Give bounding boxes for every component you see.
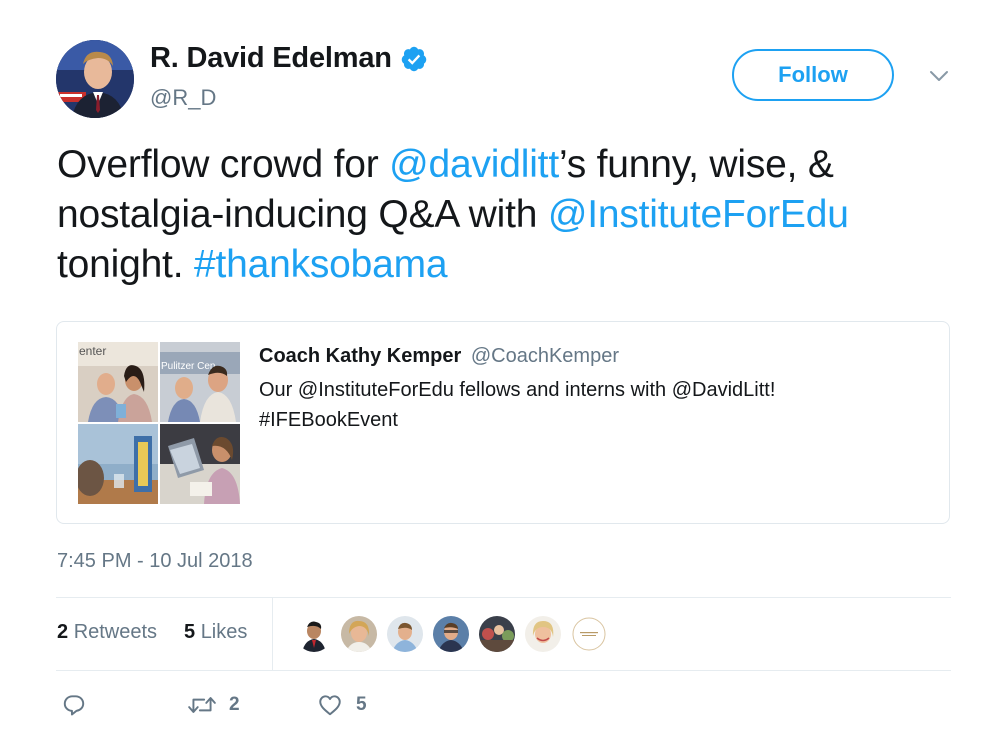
stats-top-divider bbox=[56, 597, 951, 598]
tweet-text-end: tonight. bbox=[57, 243, 194, 286]
stats-bottom-divider bbox=[56, 670, 951, 671]
chevron-down-icon[interactable] bbox=[927, 64, 951, 88]
like-button[interactable]: 5 bbox=[316, 692, 367, 718]
retweet-count: 2 bbox=[229, 694, 240, 715]
author-display-name[interactable]: R. David Edelman bbox=[150, 42, 392, 75]
author-handle[interactable]: @R_D bbox=[150, 85, 216, 111]
quoted-tweet-header: Coach Kathy Kemper @CoachKemper bbox=[259, 345, 619, 368]
liker-avatar[interactable] bbox=[339, 614, 379, 654]
quoted-photo[interactable]: Pulitzer Cen bbox=[160, 342, 240, 422]
retweet-icon bbox=[188, 697, 216, 713]
retweets-stat[interactable]: 2 Retweets bbox=[57, 621, 157, 644]
quoted-tweet-line: Our @InstituteForEdu fellows and interns… bbox=[259, 379, 776, 401]
photo-sign-text: enter bbox=[79, 344, 106, 358]
retweet-button[interactable]: 2 bbox=[187, 692, 240, 718]
liker-avatar[interactable] bbox=[431, 614, 471, 654]
liker-avatar[interactable] bbox=[477, 614, 517, 654]
likes-stat[interactable]: 5 Likes bbox=[184, 621, 247, 644]
quoted-photo[interactable] bbox=[78, 424, 158, 504]
quoted-tweet-hashtag: #IFEBookEvent bbox=[259, 409, 398, 431]
reply-icon bbox=[63, 695, 85, 716]
tweet-text-prefix: Overflow crowd for bbox=[57, 143, 390, 186]
mention-link[interactable]: @InstituteForEdu bbox=[548, 193, 849, 236]
photo-sign-text: Pulitzer Cen bbox=[161, 361, 215, 372]
hashtag-link[interactable]: #thanksobama bbox=[194, 243, 448, 286]
stats-vertical-divider bbox=[272, 598, 273, 670]
likes-label: Likes bbox=[200, 621, 248, 643]
quoted-photo[interactable] bbox=[160, 424, 240, 504]
liker-avatar[interactable] bbox=[523, 614, 563, 654]
tweet-text: Overflow crowd for @davidlitt’s funny, w… bbox=[57, 140, 967, 290]
quoted-author-name[interactable]: Coach Kathy Kemper bbox=[259, 345, 461, 367]
liker-avatar[interactable] bbox=[294, 614, 334, 654]
follow-button[interactable]: Follow bbox=[732, 49, 894, 101]
liker-avatar[interactable] bbox=[385, 614, 425, 654]
like-count: 5 bbox=[356, 694, 367, 715]
quoted-photo[interactable]: enter bbox=[78, 342, 158, 422]
tweet-timestamp[interactable]: 7:45 PM - 10 Jul 2018 bbox=[57, 550, 253, 573]
quoted-author-handle[interactable]: @CoachKemper bbox=[471, 345, 619, 367]
author-avatar[interactable] bbox=[56, 40, 134, 118]
retweets-label: Retweets bbox=[73, 621, 158, 643]
quoted-tweet-text: Our @InstituteForEdu fellows and interns… bbox=[259, 375, 919, 435]
reply-button[interactable] bbox=[61, 692, 87, 718]
likes-count: 5 bbox=[184, 621, 196, 643]
quoted-tweet-media[interactable]: enter Pulitzer Cen bbox=[78, 342, 240, 504]
verified-badge-icon bbox=[401, 46, 427, 71]
mention-link[interactable]: @davidlitt bbox=[389, 143, 559, 186]
retweets-count: 2 bbox=[57, 621, 69, 643]
liker-avatar[interactable] bbox=[569, 614, 609, 654]
heart-icon bbox=[319, 695, 341, 716]
